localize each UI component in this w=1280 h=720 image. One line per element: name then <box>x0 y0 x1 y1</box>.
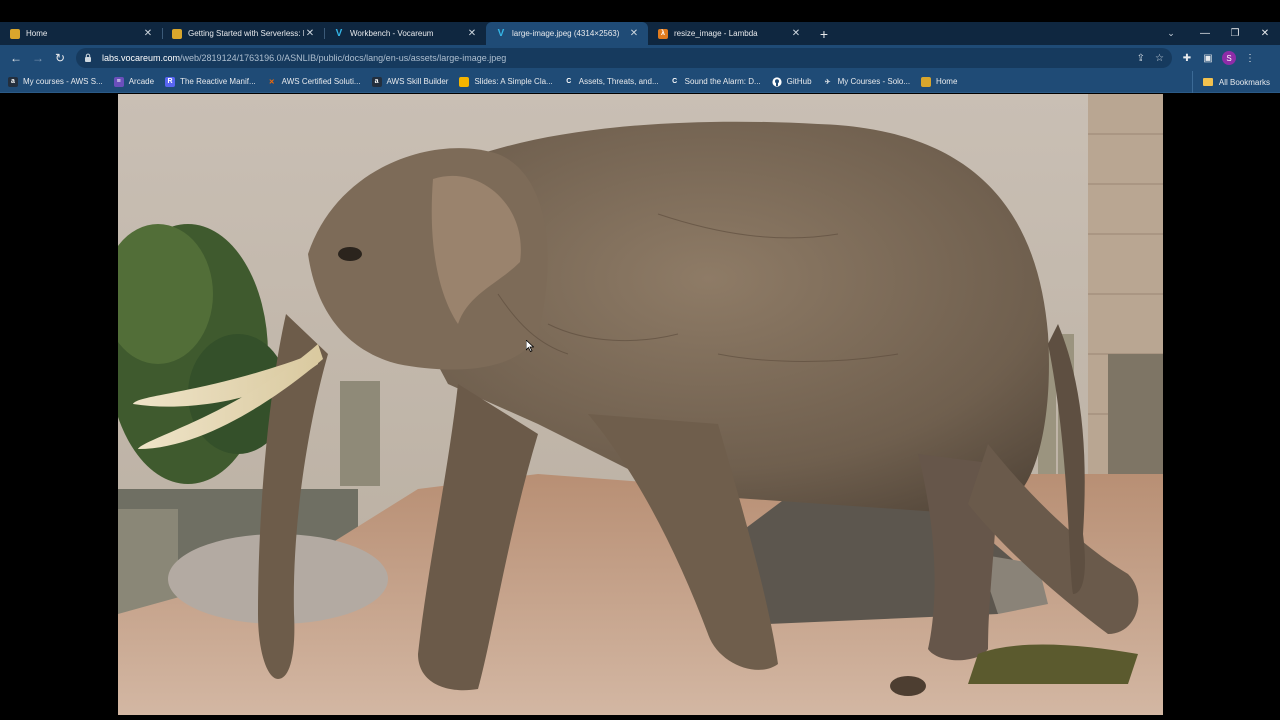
browser-toolbar: ← → ↻ labs.vocareum.com/web/2819124/1763… <box>0 45 1280 71</box>
close-icon[interactable]: ✕ <box>142 28 154 39</box>
elephant-photo[interactable] <box>118 94 1163 715</box>
bookmark-item[interactable]: R The Reactive Manif... <box>165 76 256 87</box>
back-icon[interactable]: ← <box>6 48 26 68</box>
folder-icon <box>1202 78 1213 86</box>
bookmark-item[interactable]: GitHub <box>772 76 812 87</box>
package-icon <box>10 28 20 39</box>
forward-icon[interactable]: → <box>28 48 48 68</box>
github-icon <box>772 76 782 87</box>
share-icon[interactable]: ⇪ <box>1137 53 1145 64</box>
url-host: labs.vocareum.com <box>102 53 181 63</box>
package-icon <box>921 76 932 87</box>
page-viewport <box>0 94 1280 720</box>
tab-title: Workbench - Vocareum <box>350 29 434 38</box>
tab-title: Getting Started with Serverless: L <box>188 29 304 38</box>
restore-icon[interactable]: ❐ <box>1220 28 1250 39</box>
bookmark-item[interactable]: Home <box>921 76 958 87</box>
elephant-image <box>118 94 1163 715</box>
site-info-icon[interactable] <box>84 53 96 64</box>
all-bookmarks-button[interactable]: All Bookmarks <box>1191 71 1270 93</box>
bookmark-star-icon[interactable]: ☆ <box>1155 53 1164 64</box>
tab-home[interactable]: Home ✕ <box>0 22 162 45</box>
avatar[interactable]: S <box>1222 51 1236 65</box>
window-controls: ⌄ — ❐ ✕ <box>1156 22 1280 45</box>
close-icon[interactable]: ✕ <box>466 28 478 39</box>
bookmark-label: My courses - AWS S... <box>23 77 103 86</box>
url-path: /web/2819124/1763196.0/ASNLIB/public/doc… <box>180 53 507 63</box>
aws-icon: a <box>371 76 382 87</box>
close-icon[interactable]: ✕ <box>628 28 640 39</box>
tab-strip: Home ✕ Getting Started with Serverless: … <box>0 22 1280 45</box>
arcade-icon: ≡ <box>113 76 124 87</box>
screen-top-strip <box>0 0 1280 22</box>
bookmark-item[interactable]: a AWS Skill Builder <box>371 76 449 87</box>
coursera-icon: C <box>672 78 678 85</box>
vocareum-icon: V <box>497 28 505 39</box>
bookmark-item[interactable]: Slides: A Simple Cla... <box>459 76 553 87</box>
all-bookmarks-label: All Bookmarks <box>1218 77 1270 87</box>
solo-icon: ✈ <box>824 78 831 86</box>
bookmark-item[interactable]: ✕ AWS Certified Soluti... <box>267 77 361 87</box>
slides-icon <box>459 76 470 87</box>
close-window-icon[interactable]: ✕ <box>1250 28 1280 39</box>
bookmark-label: Home <box>936 77 958 86</box>
tab-title: Home <box>26 29 48 38</box>
reactive-icon: R <box>165 76 176 87</box>
bookmark-label: Slides: A Simple Cla... <box>474 77 553 86</box>
bookmarks-bar: a My courses - AWS S... ≡ Arcade R The Reac… <box>0 71 1280 93</box>
bookmark-item[interactable]: C Assets, Threats, and... <box>564 77 659 87</box>
mouse-cursor-icon <box>526 340 534 352</box>
bookmark-label: GitHub <box>786 77 812 86</box>
close-icon[interactable]: ✕ <box>304 28 316 39</box>
bookmark-label: AWS Certified Soluti... <box>281 77 361 86</box>
tab-large-image[interactable]: V large-image.jpeg (4314×2563) ✕ <box>486 22 648 45</box>
bookmark-item[interactable]: C Sound the Alarm: D... <box>670 77 761 87</box>
tab-title: large-image.jpeg (4314×2563) <box>512 29 620 38</box>
bookmark-label: Arcade <box>128 77 155 86</box>
reload-icon[interactable]: ↻ <box>50 48 70 68</box>
tab-search-icon[interactable]: ⌄ <box>1156 28 1186 39</box>
extensions-icon[interactable]: ✚ <box>1180 51 1194 65</box>
package-icon <box>172 28 182 39</box>
minimize-icon[interactable]: — <box>1190 28 1220 39</box>
address-bar[interactable]: labs.vocareum.com/web/2819124/1763196.0/… <box>76 48 1172 68</box>
tab-resize-image-lambda[interactable]: λ resize_image - Lambda ✕ <box>648 22 810 45</box>
close-icon[interactable]: ✕ <box>790 28 802 39</box>
bookmark-label: The Reactive Manif... <box>180 77 256 86</box>
tab-getting-started[interactable]: Getting Started with Serverless: L ✕ <box>162 22 324 45</box>
new-tab-button[interactable]: + <box>812 22 836 45</box>
bookmark-label: Assets, Threats, and... <box>578 77 659 86</box>
aws-icon: a <box>8 76 18 87</box>
lambda-icon: λ <box>658 28 668 39</box>
credly-icon: ✕ <box>268 78 275 86</box>
tab-title: resize_image - Lambda <box>674 29 758 38</box>
coursera-icon: C <box>566 78 572 85</box>
bookmark-label: My Courses - Solo... <box>837 77 911 86</box>
vocareum-icon: V <box>335 28 343 39</box>
bookmark-item[interactable]: ✈ My Courses - Solo... <box>823 77 910 87</box>
bookmark-label: AWS Skill Builder <box>386 77 449 86</box>
tab-workbench[interactable]: V Workbench - Vocareum ✕ <box>324 22 486 45</box>
side-panel-icon[interactable]: ▣ <box>1201 51 1215 65</box>
bookmark-item[interactable]: a My courses - AWS S... <box>8 76 103 87</box>
bookmark-label: Sound the Alarm: D... <box>684 77 761 86</box>
menu-icon[interactable]: ⋮ <box>1243 51 1257 65</box>
bookmark-item[interactable]: ≡ Arcade <box>113 76 155 87</box>
